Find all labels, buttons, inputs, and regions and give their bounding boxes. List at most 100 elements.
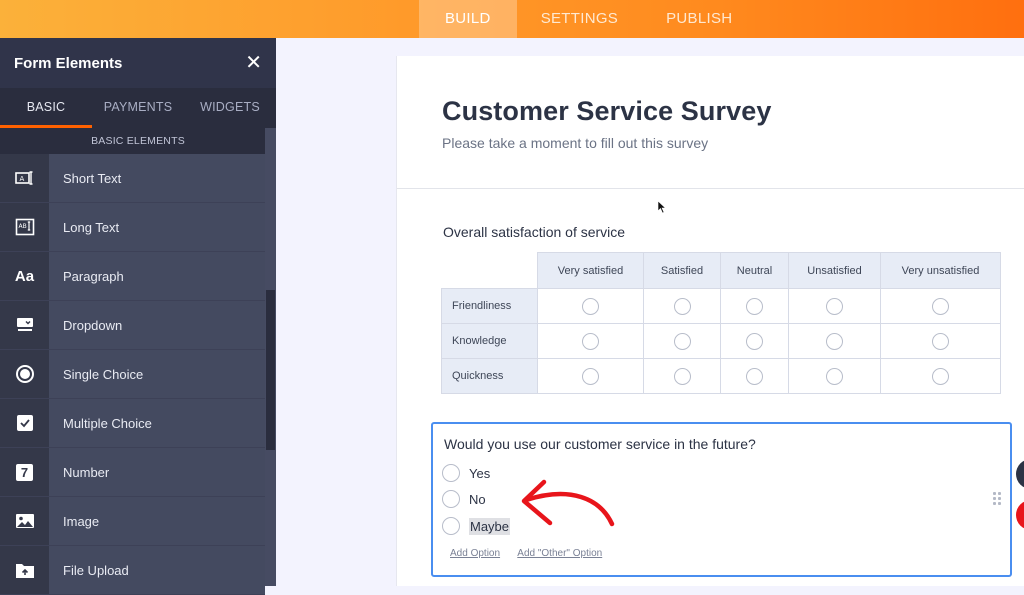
matrix-cell xyxy=(788,323,881,359)
panel-tabs: BASIC PAYMENTS WIDGETS xyxy=(0,88,276,128)
add-other-option-link[interactable]: Add "Other" Option xyxy=(517,548,602,559)
element-label: Multiple Choice xyxy=(49,399,265,447)
sidebar-scrollbar-thumb[interactable] xyxy=(266,290,275,450)
paragraph-glyph: Aa xyxy=(14,267,35,285)
matrix-cell xyxy=(537,288,644,324)
element-file-upload[interactable]: File Upload xyxy=(0,546,265,595)
matrix-column-header: Very unsatisfied xyxy=(880,252,1001,289)
element-label: Short Text xyxy=(49,154,265,202)
svg-text:A: A xyxy=(19,175,24,183)
matrix-radio[interactable] xyxy=(746,367,763,385)
option-radio[interactable] xyxy=(442,464,460,482)
matrix-cell xyxy=(720,288,789,324)
choice-question-label[interactable]: Would you use our customer service in th… xyxy=(444,436,756,452)
dropdown-icon xyxy=(0,301,49,349)
option-maybe[interactable]: Maybe xyxy=(442,517,511,535)
matrix-cell xyxy=(880,288,1001,324)
form-header[interactable]: Customer Service Survey Please take a mo… xyxy=(397,56,1024,189)
matrix-radio[interactable] xyxy=(582,332,599,350)
red-annotation-arrow-icon xyxy=(521,479,615,527)
add-option-link[interactable]: Add Option xyxy=(450,548,500,559)
matrix-question-label[interactable]: Overall satisfaction of service xyxy=(443,224,625,240)
option-label-selected[interactable]: Maybe xyxy=(469,517,511,535)
element-label: Single Choice xyxy=(49,350,265,398)
matrix-row: Quickness xyxy=(441,358,1001,394)
matrix-cell xyxy=(537,358,644,394)
matrix-radio[interactable] xyxy=(673,332,691,350)
element-number[interactable]: 7 Number xyxy=(0,448,265,497)
drag-handle-icon[interactable] xyxy=(993,492,1003,506)
mouse-cursor-icon xyxy=(657,200,667,214)
matrix-cell xyxy=(880,323,1001,359)
matrix-radio[interactable] xyxy=(582,367,599,385)
option-radio[interactable] xyxy=(442,490,460,508)
matrix-radio[interactable] xyxy=(826,367,843,385)
tab-build[interactable]: BUILD xyxy=(419,0,517,38)
option-yes[interactable]: Yes xyxy=(442,464,490,482)
panel-title: Form Elements xyxy=(14,54,123,72)
matrix-radio[interactable] xyxy=(826,332,843,350)
top-navigation-bar: BUILD SETTINGS PUBLISH xyxy=(0,0,1024,38)
radio-icon xyxy=(0,350,49,398)
element-single-choice[interactable]: Single Choice xyxy=(0,350,265,399)
matrix-row: Knowledge xyxy=(441,323,1001,359)
option-label[interactable]: No xyxy=(469,492,486,507)
form-subtitle[interactable]: Please take a moment to fill out this su… xyxy=(442,135,1024,151)
matrix-row-header: Quickness xyxy=(441,358,538,394)
tab-publish[interactable]: PUBLISH xyxy=(642,0,756,38)
tab-payments[interactable]: PAYMENTS xyxy=(92,88,184,128)
matrix-cell xyxy=(643,288,721,324)
element-long-text[interactable]: AB Long Text xyxy=(0,203,265,252)
form-title[interactable]: Customer Service Survey xyxy=(442,96,1024,127)
matrix-radio[interactable] xyxy=(932,367,949,385)
panel-header: Form Elements ✕ xyxy=(0,38,276,88)
matrix-column-header: Satisfied xyxy=(643,252,721,289)
matrix-column-header: Unsatisfied xyxy=(788,252,881,289)
form-elements-panel: Form Elements ✕ BASIC PAYMENTS WIDGETS B… xyxy=(0,38,276,595)
matrix-radio[interactable] xyxy=(826,297,843,315)
svg-text:AB: AB xyxy=(18,223,26,230)
matrix-row-header: Friendliness xyxy=(441,288,538,324)
image-icon xyxy=(0,497,49,545)
matrix-radio[interactable] xyxy=(673,367,691,385)
element-label: Dropdown xyxy=(49,301,265,349)
matrix-row: Friendliness xyxy=(441,288,1001,324)
close-icon[interactable]: ✕ xyxy=(245,53,262,73)
element-short-text[interactable]: A Short Text xyxy=(0,154,265,203)
matrix-radio[interactable] xyxy=(932,297,949,315)
matrix-cell xyxy=(880,358,1001,394)
element-label: File Upload xyxy=(49,546,265,594)
matrix-radio[interactable] xyxy=(932,332,949,350)
checkbox-icon xyxy=(0,399,49,447)
matrix-cell xyxy=(788,288,881,324)
element-label: Long Text xyxy=(49,203,265,251)
matrix-cell xyxy=(643,358,721,394)
matrix-row-header: Knowledge xyxy=(441,323,538,359)
matrix-radio[interactable] xyxy=(582,297,599,315)
matrix-cell xyxy=(643,323,721,359)
satisfaction-matrix: Very satisfied Satisfied Neutral Unsatis… xyxy=(441,252,1001,394)
matrix-radio[interactable] xyxy=(746,332,763,350)
option-no[interactable]: No xyxy=(442,490,486,508)
option-label[interactable]: Yes xyxy=(469,466,490,481)
matrix-cell xyxy=(788,358,881,394)
matrix-cell xyxy=(720,358,789,394)
element-dropdown[interactable]: Dropdown xyxy=(0,301,265,350)
matrix-column-header: Very satisfied xyxy=(537,252,644,289)
matrix-radio[interactable] xyxy=(746,297,763,315)
matrix-column-header: Neutral xyxy=(720,252,789,289)
matrix-radio[interactable] xyxy=(673,297,691,315)
file-upload-icon xyxy=(0,546,49,594)
element-image[interactable]: Image xyxy=(0,497,265,546)
element-multiple-choice[interactable]: Multiple Choice xyxy=(0,399,265,448)
paragraph-icon: Aa xyxy=(0,252,49,300)
option-links: Add Option Add "Other" Option xyxy=(450,548,617,559)
tab-basic[interactable]: BASIC xyxy=(0,88,92,128)
matrix-cell xyxy=(720,323,789,359)
tab-settings[interactable]: SETTINGS xyxy=(517,0,642,38)
option-radio[interactable] xyxy=(442,517,460,535)
tab-widgets[interactable]: WIDGETS xyxy=(184,88,276,128)
element-paragraph[interactable]: Aa Paragraph xyxy=(0,252,265,301)
element-list: A Short Text AB Long Text Aa Paragraph D… xyxy=(0,154,265,595)
builder-tabs: BUILD SETTINGS PUBLISH xyxy=(419,0,756,38)
